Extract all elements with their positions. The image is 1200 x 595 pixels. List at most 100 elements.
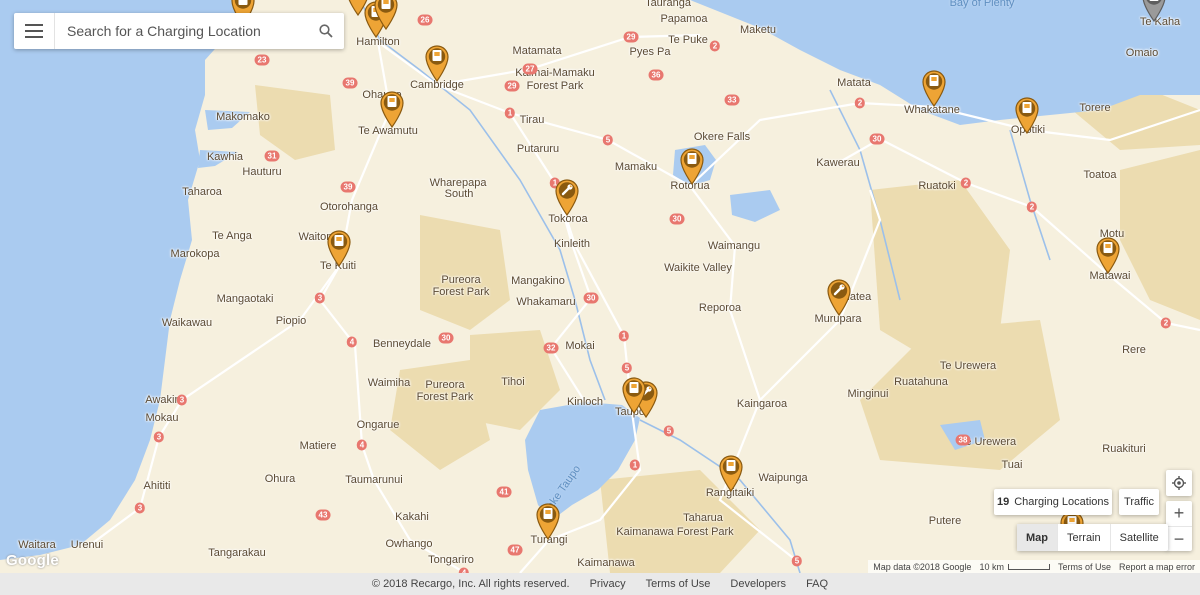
place-label: Owhango xyxy=(385,538,433,550)
crosshair-icon xyxy=(1172,476,1186,490)
charging-station-pin[interactable] xyxy=(679,147,705,185)
route-shield: 31 xyxy=(264,150,280,162)
charging-station-pin[interactable] xyxy=(424,44,450,82)
place-label: Kawhia xyxy=(206,151,244,163)
charging-station-pin[interactable] xyxy=(379,90,405,128)
charging-station-pin[interactable] xyxy=(1095,236,1121,274)
place-label: Putaruru xyxy=(516,143,560,155)
scale-bar xyxy=(1007,563,1050,570)
route-shield: 47 xyxy=(507,544,523,556)
charger-icon xyxy=(543,508,553,519)
zoom-out-button[interactable]: − xyxy=(1166,527,1192,552)
map-canvas[interactable] xyxy=(0,0,1200,573)
map-type-terrain[interactable]: Terrain xyxy=(1058,524,1111,551)
place-label: Taumarunui xyxy=(345,474,403,486)
place-label: Ohura xyxy=(264,473,296,485)
location-count-label: Charging Locations xyxy=(1014,496,1110,508)
zoom-in-button[interactable]: + xyxy=(1166,501,1192,526)
place-label: Piopio xyxy=(275,315,307,327)
route-shield: 43 xyxy=(315,509,331,521)
place-label: Forest Park xyxy=(526,80,584,92)
my-location-button[interactable] xyxy=(1166,470,1192,496)
place-label: Waimiha xyxy=(367,377,411,389)
place-label: Waitara xyxy=(18,539,56,551)
place-label: Papamoa xyxy=(660,13,708,25)
footer-link-privacy[interactable]: Privacy xyxy=(590,578,626,590)
map-app: Hamilton Tauranga Bay of Plenty Te Kaha Omai… xyxy=(0,0,1200,595)
place-label: Tihoi xyxy=(501,376,525,388)
charging-station-pin[interactable] xyxy=(373,0,399,30)
place-label: Ongarue xyxy=(356,419,400,431)
map-type-satellite[interactable]: Satellite xyxy=(1111,524,1168,551)
place-label: Te Urewera xyxy=(939,360,997,372)
place-label: Ruatoki xyxy=(918,180,956,192)
charger-icon xyxy=(687,153,697,164)
report-error-link[interactable]: Report a map error xyxy=(1119,562,1195,572)
place-label: South xyxy=(444,188,474,200)
unavailable-location-pin[interactable] xyxy=(1141,0,1167,22)
route-shield: 29 xyxy=(504,80,520,92)
route-shield: 39 xyxy=(342,77,358,89)
place-label: Rere xyxy=(1122,344,1146,356)
hamburger-icon xyxy=(25,24,43,38)
scale-label: 10 km xyxy=(979,561,1004,572)
place-label: Tongariro xyxy=(428,554,474,566)
route-shield: 39 xyxy=(340,181,356,193)
route-shield: 27 xyxy=(522,63,538,75)
service-location-pin[interactable] xyxy=(826,278,852,316)
place-label: Waikawau xyxy=(161,317,213,329)
route-shield: 41 xyxy=(496,486,512,498)
place-label: Matamata xyxy=(512,45,562,57)
route-shield: 30 xyxy=(669,213,685,225)
charger-icon xyxy=(432,50,442,61)
place-label: Kaingaroa xyxy=(736,398,788,410)
place-label: Toatoa xyxy=(1083,169,1117,181)
service-location-pin[interactable] xyxy=(554,178,580,216)
place-label: Matata xyxy=(837,77,871,89)
route-shield: 29 xyxy=(623,31,639,43)
place-label: Kaimanawa Forest Park xyxy=(616,526,734,538)
charging-station-pin[interactable] xyxy=(1014,96,1040,134)
map-type-map[interactable]: Map xyxy=(1017,524,1058,551)
place-label: Pureora xyxy=(425,379,465,391)
traffic-button[interactable]: Traffic xyxy=(1119,489,1159,515)
charger-icon xyxy=(1103,242,1113,253)
charging-station-pin[interactable] xyxy=(621,376,647,414)
place-label: Minginui xyxy=(847,388,889,400)
route-shield: 30 xyxy=(583,292,599,304)
route-shield: 30 xyxy=(869,133,885,145)
place-label: Forest Park xyxy=(432,286,490,298)
footer-link-faq[interactable]: FAQ xyxy=(806,578,828,590)
map-terms-link[interactable]: Terms of Use xyxy=(1058,562,1111,572)
place-label: Urenui xyxy=(70,539,104,551)
place-label: Taharua xyxy=(683,512,723,524)
charger-icon xyxy=(726,460,736,471)
route-shield: 26 xyxy=(417,14,433,26)
charging-station-pin[interactable] xyxy=(326,229,352,267)
scale-indicator: 10 km xyxy=(979,562,1050,572)
charger-icon xyxy=(1149,0,1159,1)
place-label: Matiere xyxy=(299,440,337,452)
place-label: Mangaotaki xyxy=(216,293,274,305)
charging-station-pin[interactable] xyxy=(535,502,561,540)
place-label: Forest Park xyxy=(416,391,474,403)
search-icon xyxy=(319,24,333,38)
charging-station-pin[interactable] xyxy=(718,454,744,492)
place-label: Reporoa xyxy=(698,302,742,314)
place-label: Tuai xyxy=(1001,459,1023,471)
footer-link-terms[interactable]: Terms of Use xyxy=(646,578,711,590)
menu-button[interactable] xyxy=(14,13,55,49)
route-shield: 38 xyxy=(955,434,971,446)
search-button[interactable] xyxy=(308,13,344,49)
place-label: Te Anga xyxy=(212,230,252,242)
place-label: Ruakituri xyxy=(1102,443,1146,455)
place-label: Waipunga xyxy=(758,472,808,484)
charging-station-pin[interactable] xyxy=(921,69,947,107)
place-label: Mokau xyxy=(145,412,179,424)
footer-copyright: © 2018 Recargo, Inc. All rights reserved… xyxy=(371,578,570,590)
charger-icon xyxy=(929,75,939,86)
footer-link-developers[interactable]: Developers xyxy=(730,578,786,590)
search-input[interactable] xyxy=(55,14,308,48)
place-label: Mokai xyxy=(565,340,595,352)
page-footer: © 2018 Recargo, Inc. All rights reserved… xyxy=(0,573,1200,595)
